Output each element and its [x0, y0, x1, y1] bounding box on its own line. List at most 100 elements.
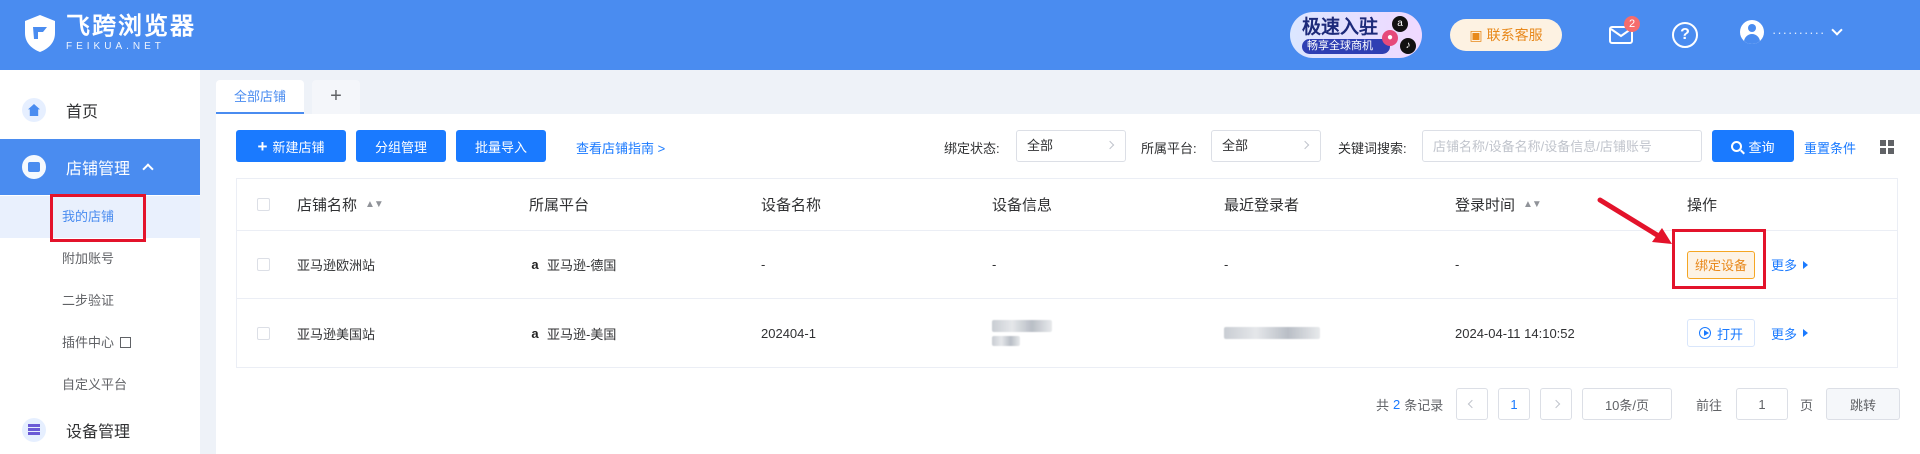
table-row: 亚马逊美国站 a 亚马逊-美国 202404-1 2024-04-11 14:10…	[237, 299, 1897, 367]
chevron-left-icon	[1467, 399, 1477, 409]
plus-icon: +	[257, 136, 268, 156]
select-all-checkbox[interactable]	[257, 179, 270, 230]
header-last-login-user: 最近登录者	[1224, 197, 1300, 214]
store-name-cell: 亚马逊美国站	[297, 326, 376, 342]
chevron-right-icon	[1300, 140, 1310, 150]
header-actions: 操作	[1687, 197, 1718, 214]
bind-status-select[interactable]: 全部	[1016, 130, 1126, 162]
device-name-cell: 202404-1	[761, 325, 816, 341]
platform-cell: a 亚马逊-德国	[529, 231, 616, 298]
header-device-info: 设备信息	[992, 197, 1053, 214]
grid-view-icon[interactable]	[1880, 140, 1894, 154]
group-management-button[interactable]: 分组管理	[356, 130, 446, 162]
redacted-device-info	[992, 320, 1052, 332]
platform-value: 全部	[1222, 138, 1249, 153]
mail-badge: 2	[1624, 16, 1640, 32]
platform-select[interactable]: 全部	[1211, 130, 1321, 162]
jump-button[interactable]: 跳转	[1826, 388, 1900, 420]
sidebar-subitem-two-step-verification[interactable]: 二步验证	[0, 280, 200, 322]
total-count: 2	[1393, 396, 1401, 412]
amazon-icon: a	[531, 325, 539, 341]
sidebar-subitem-plugin-center[interactable]: 插件中心	[0, 322, 200, 364]
tab-all-stores[interactable]: 全部店铺	[216, 80, 305, 114]
platform-label: 所属平台:	[1141, 141, 1197, 156]
promo-banner[interactable]: 极速入驻 畅享全球商机 a ● ♪	[1290, 12, 1422, 58]
user-name: ··········	[1772, 24, 1826, 40]
redacted-user	[1224, 327, 1320, 339]
play-icon	[1698, 327, 1711, 339]
user-menu[interactable]: ··········	[1740, 20, 1843, 44]
annotation-arrow-icon	[1597, 197, 1672, 244]
total-suffix: 条记录	[1404, 397, 1444, 413]
sidebar-item-label: 店铺管理	[66, 161, 131, 178]
tiktok-icon: ♪	[1400, 38, 1416, 54]
device-info-cell	[992, 299, 1052, 367]
more-label: 更多	[1771, 326, 1798, 342]
login-time-cell: 2024-04-11 14:10:52	[1455, 325, 1575, 341]
sidebar-item-label: 首页	[66, 104, 99, 121]
header-label: 登录时间	[1455, 197, 1516, 214]
sidebar-subitem-label: 插件中心	[62, 335, 115, 350]
redacted-device-info	[992, 336, 1020, 346]
sidebar-subitem-additional-accounts[interactable]: 附加账号	[0, 238, 200, 280]
help-icon[interactable]: ?	[1672, 22, 1698, 48]
goto-page-input[interactable]: 1	[1736, 388, 1788, 420]
logo-subtitle: FEIKUA.NET	[66, 41, 165, 52]
chevron-right-icon	[1105, 140, 1115, 150]
header-device-name: 设备名称	[761, 197, 822, 214]
page-size-select[interactable]: 10条/页	[1582, 388, 1672, 420]
sidebar-item-store-management[interactable]: 店铺管理	[0, 139, 200, 195]
open-label: 打开	[1716, 326, 1743, 342]
annotation-highlight-my-stores	[50, 194, 146, 242]
row-checkbox[interactable]	[257, 231, 270, 298]
keyword-search-input[interactable]	[1422, 130, 1702, 162]
store-guide-link[interactable]: 查看店铺指南 >	[576, 138, 665, 157]
query-button[interactable]: 查询	[1712, 130, 1794, 162]
chevron-up-icon	[142, 163, 154, 175]
batch-import-button[interactable]: 批量导入	[456, 130, 546, 162]
more-actions-link[interactable]: 更多	[1771, 255, 1809, 274]
page-unit-label: 页	[1800, 397, 1814, 413]
actions-cell: 打开 更多	[1687, 299, 1887, 367]
query-label: 查询	[1748, 139, 1775, 155]
tab-bar: 全部店铺 +	[216, 80, 361, 114]
header-store-name[interactable]: 店铺名称 ▲▼	[297, 179, 384, 230]
marketplace-icons: a ● ♪	[1382, 16, 1418, 56]
chevron-down-icon	[1831, 24, 1843, 36]
login-time-cell: -	[1455, 257, 1460, 272]
page-number-current[interactable]: 1	[1498, 388, 1530, 420]
add-tab-button[interactable]: +	[312, 80, 361, 114]
store-icon	[22, 155, 46, 179]
app-logo[interactable]: 飞跨浏览器 FEIKUA.NET	[22, 13, 196, 53]
amazon-icon: a	[1392, 16, 1408, 32]
home-icon	[22, 98, 46, 122]
goto-label: 前往	[1696, 397, 1723, 413]
search-icon	[1731, 140, 1743, 152]
device-icon	[22, 418, 46, 442]
sidebar-item-device-management[interactable]: 设备管理	[0, 406, 200, 454]
sidebar-subitem-custom-platform[interactable]: 自定义平台	[0, 364, 200, 406]
store-name-cell: 亚马逊欧洲站	[297, 258, 376, 273]
sort-icon: ▲▼	[365, 199, 384, 210]
top-bar: 飞跨浏览器 FEIKUA.NET 极速入驻 畅享全球商机 a ● ♪ ▣ 联系客…	[0, 0, 1920, 70]
bind-status-value: 全部	[1027, 138, 1054, 153]
new-store-label: 新建店铺	[272, 139, 325, 155]
amazon-icon: a	[531, 257, 539, 272]
new-store-button[interactable]: + 新建店铺	[236, 130, 346, 162]
reset-filters-link[interactable]: 重置条件	[1804, 138, 1856, 157]
shop-icon: ●	[1382, 30, 1398, 46]
more-actions-link[interactable]: 更多	[1771, 324, 1809, 343]
row-checkbox[interactable]	[257, 299, 270, 367]
total-prefix: 共	[1376, 397, 1390, 413]
logo-title: 飞跨浏览器	[66, 13, 196, 40]
sidebar-item-home[interactable]: 首页	[0, 82, 200, 138]
next-page-button[interactable]	[1540, 388, 1572, 420]
header-login-time[interactable]: 登录时间 ▲▼	[1455, 179, 1542, 230]
prev-page-button[interactable]	[1456, 388, 1488, 420]
last-login-user-cell	[1224, 299, 1320, 367]
more-label: 更多	[1771, 258, 1798, 273]
pagination-total: 共 2 条记录	[1376, 388, 1443, 420]
main-content: + 新建店铺 分组管理 批量导入 查看店铺指南 > 绑定状态: 全部 所属平台:…	[216, 114, 1920, 454]
contact-support-button[interactable]: ▣ 联系客服	[1450, 19, 1562, 51]
open-store-button[interactable]: 打开	[1687, 319, 1755, 347]
